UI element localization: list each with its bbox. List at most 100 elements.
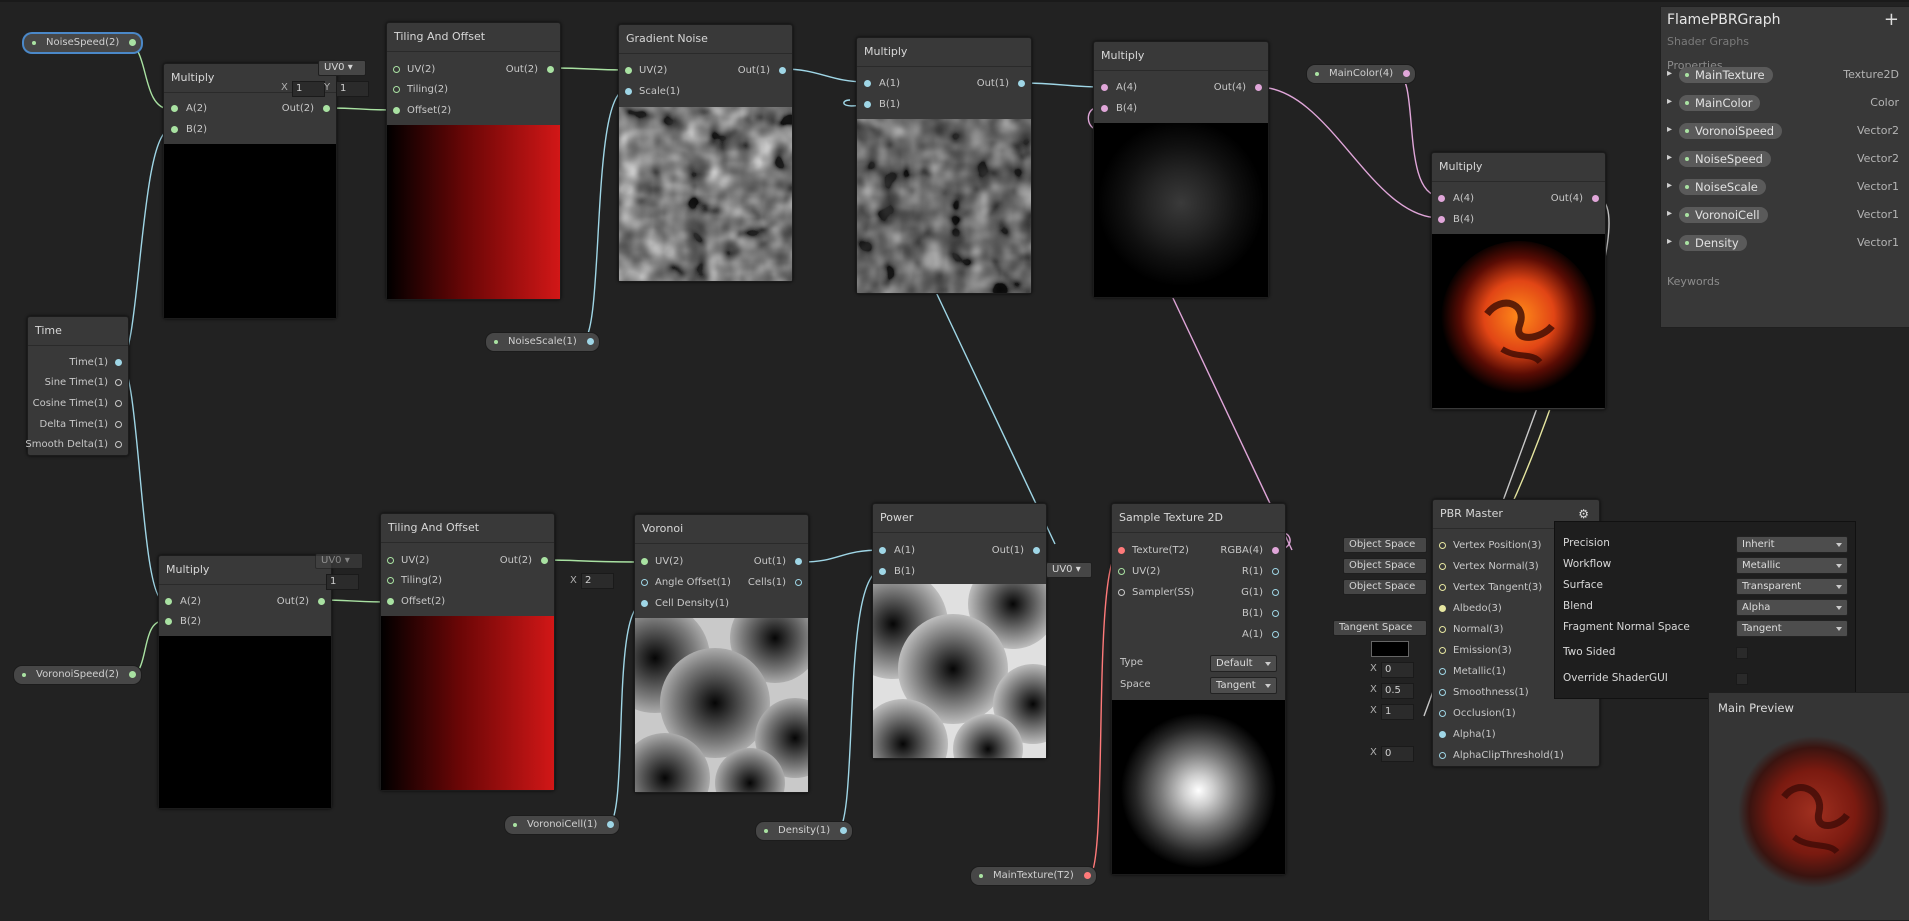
multiply-node-right[interactable]: Multiply A(4) B(4) Out(4) [1093, 41, 1269, 298]
input-uv-pin[interactable] [387, 557, 394, 564]
port-time-pin[interactable] [115, 359, 122, 366]
vertex-tangent-space[interactable]: Object Space [1343, 579, 1427, 595]
output-pin[interactable] [547, 66, 554, 73]
override-gui-checkbox[interactable] [1736, 673, 1748, 685]
pbr-input-pin[interactable] [1439, 584, 1446, 591]
output-rgba-pin[interactable] [1272, 547, 1279, 554]
multiply-node-top[interactable]: Multiply A(2) B(2) Out(2) [163, 63, 337, 319]
input-b-pin[interactable] [879, 568, 886, 575]
uv-channel-dropdown[interactable]: UV0 ▾ [318, 60, 366, 76]
expand-chevron-icon[interactable]: ▸ [1667, 96, 1672, 107]
tiling-offset-node-bottom[interactable]: Tiling And Offset UV(2) Tiling(2) Offset… [380, 513, 555, 791]
input-uv-pin[interactable] [393, 66, 400, 73]
input-b-pin[interactable] [1101, 105, 1108, 112]
output-a-pin[interactable] [1272, 631, 1279, 638]
input-a-pin[interactable] [165, 598, 172, 605]
output-pin[interactable] [1018, 80, 1025, 87]
setting-dropdown[interactable]: Alpha [1736, 599, 1848, 616]
output-pin[interactable] [318, 598, 325, 605]
time-node[interactable]: Time Time(1) Sine Time(1) Cosine Time(1)… [25, 316, 129, 456]
output-b-pin[interactable] [1272, 610, 1279, 617]
pbr-input-pin[interactable] [1439, 605, 1446, 612]
occlusion-field[interactable]: 1 [1381, 704, 1414, 720]
pill-output-pin[interactable] [1403, 70, 1411, 77]
add-property-button[interactable]: + [1884, 9, 1899, 30]
input-scale-pin[interactable] [625, 88, 632, 95]
input-b-pin[interactable] [165, 618, 172, 625]
output-pin[interactable] [795, 558, 802, 565]
input-uv-pin[interactable] [641, 558, 648, 565]
tiling-x-field[interactable]: 1 [292, 81, 325, 97]
tiling-offset-node-top[interactable]: Tiling And Offset UV(2) Tiling(2) Offset… [386, 22, 561, 300]
port-cosine-time-pin[interactable] [115, 400, 122, 407]
pill-output-pin[interactable] [1083, 872, 1091, 879]
pill-noise-scale[interactable]: NoiseScale(1) [485, 332, 600, 352]
output-pin[interactable] [1592, 195, 1599, 202]
setting-dropdown[interactable]: Tangent [1736, 620, 1848, 637]
pill-main-texture[interactable]: MainTexture(T2) [970, 866, 1097, 886]
pill-voronoi-speed[interactable]: VoronoiSpeed(2) [13, 665, 142, 685]
input-angle-pin[interactable] [641, 579, 648, 586]
input-b-pin[interactable] [171, 126, 178, 133]
output-pin[interactable] [779, 67, 786, 74]
pill-noise-speed[interactable]: NoiseSpeed(2) [23, 33, 143, 53]
pill-main-color[interactable]: MainColor(4) [1306, 64, 1417, 84]
output-pin[interactable] [1033, 547, 1040, 554]
vertex-position-space[interactable]: Object Space [1343, 537, 1427, 553]
port-delta-time-pin[interactable] [115, 421, 122, 428]
output-cells-pin[interactable] [795, 579, 802, 586]
property-item[interactable]: VoronoiSpeed [1679, 123, 1783, 139]
input-b-pin[interactable] [1438, 216, 1445, 223]
input-a-pin[interactable] [864, 80, 871, 87]
smoothness-field[interactable]: 0.5 [1381, 683, 1414, 699]
input-a-pin[interactable] [1438, 195, 1445, 202]
property-item[interactable]: NoiseScale [1679, 179, 1766, 195]
input-offset-pin[interactable] [393, 107, 400, 114]
pill-output-pin[interactable] [586, 338, 594, 345]
input-tiling-pin[interactable] [387, 577, 394, 584]
input-tiling-pin[interactable] [393, 86, 400, 93]
setting-dropdown[interactable]: Transparent [1736, 578, 1848, 595]
pill-output-pin[interactable] [607, 821, 615, 828]
expand-chevron-icon[interactable]: ▸ [1667, 152, 1672, 163]
tiling-y-field[interactable]: 1 [336, 81, 369, 97]
multiply-node-color[interactable]: Multiply A(4) B(4) Out(4) [1431, 152, 1606, 410]
port-sine-time-pin[interactable] [115, 379, 122, 386]
property-item[interactable]: VoronoiCell [1679, 207, 1768, 223]
input-a-pin[interactable] [171, 105, 178, 112]
property-item[interactable]: MainColor [1679, 95, 1761, 111]
property-item[interactable]: Density [1679, 235, 1747, 251]
main-preview-render[interactable] [1729, 727, 1899, 897]
space-dropdown[interactable]: Tangent [1210, 677, 1277, 694]
type-dropdown[interactable]: Default [1210, 655, 1277, 672]
pill-output-pin[interactable] [128, 671, 136, 678]
pill-density[interactable]: Density(1) [755, 821, 854, 841]
alpha-clip-field[interactable]: 0 [1381, 746, 1414, 762]
input-b-pin[interactable] [864, 101, 871, 108]
power-node[interactable]: Power A(1) B(1) Out(1) [872, 503, 1047, 759]
pbr-input-pin[interactable] [1439, 752, 1446, 759]
pill-voronoi-cell[interactable]: VoronoiCell(1) [504, 815, 621, 835]
metallic-field[interactable]: 0 [1381, 662, 1414, 678]
pbr-input-pin[interactable] [1439, 563, 1446, 570]
pill-output-pin[interactable] [129, 39, 137, 46]
input-a-pin[interactable] [879, 547, 886, 554]
tiling-x-field[interactable]: 1 [326, 574, 359, 590]
output-pin[interactable] [1255, 84, 1262, 91]
output-g-pin[interactable] [1272, 589, 1279, 596]
multiply-node-middle[interactable]: Multiply A(1) B(1) Out(1) [856, 37, 1032, 294]
normal-space[interactable]: Tangent Space [1333, 620, 1427, 636]
output-pin[interactable] [541, 557, 548, 564]
multiply-node-bottom[interactable]: Multiply A(2) B(2) Out(2) [158, 555, 332, 809]
pbr-input-pin[interactable] [1439, 542, 1446, 549]
input-uv-pin[interactable] [625, 67, 632, 74]
pbr-input-pin[interactable] [1439, 710, 1446, 717]
output-pin[interactable] [323, 105, 330, 112]
expand-chevron-icon[interactable]: ▸ [1667, 180, 1672, 191]
expand-chevron-icon[interactable]: ▸ [1667, 236, 1672, 247]
voronoi-node[interactable]: Voronoi UV(2) Angle Offset(1) Cell Densi… [634, 514, 809, 793]
two-sided-checkbox[interactable] [1736, 647, 1748, 659]
input-offset-pin[interactable] [387, 598, 394, 605]
uv-channel-dropdown[interactable]: UV0 ▾ [1046, 562, 1092, 578]
pbr-input-pin[interactable] [1439, 731, 1446, 738]
